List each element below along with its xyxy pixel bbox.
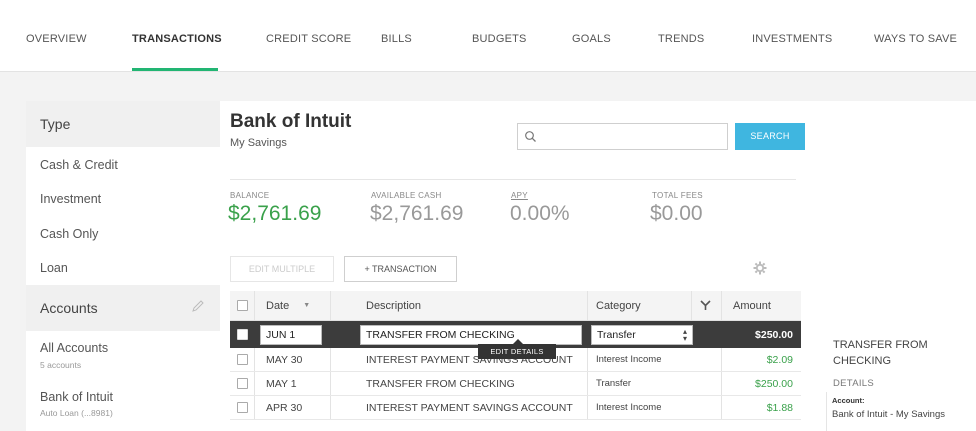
balance-value: $2,761.69	[228, 202, 322, 225]
select-arrows-icon: ▴ ▾	[682, 326, 687, 343]
sidebar-item-cash-only[interactable]: Cash Only	[40, 227, 98, 241]
top-navigation: OVERVIEW TRANSACTIONS CREDIT SCORE BILLS…	[0, 0, 976, 72]
select-all-checkbox[interactable]	[237, 291, 248, 320]
type-heading: Type	[26, 101, 220, 147]
sidebar: Type Cash & Credit Investment Cash Only …	[26, 101, 220, 431]
row-checkbox[interactable]	[237, 348, 248, 371]
apy-label[interactable]: APY	[511, 191, 528, 200]
row-date: MAY 30	[266, 353, 303, 366]
sidebar-item-cash-credit[interactable]: Cash & Credit	[40, 158, 118, 172]
category-header[interactable]: Category	[596, 291, 641, 320]
category-select[interactable]: Transfer ▴ ▾	[591, 324, 693, 345]
nav-investments[interactable]: INVESTMENTS	[752, 33, 832, 45]
table-row[interactable]: APR 30 INTEREST PAYMENT SAVINGS ACCOUNT …	[230, 396, 801, 420]
split-icon[interactable]	[700, 291, 711, 320]
row-amount: $2.09	[766, 353, 793, 366]
active-tab-indicator	[132, 68, 218, 71]
date-header[interactable]: Date ▼	[266, 291, 310, 320]
sidebar-item-investment[interactable]: Investment	[40, 192, 101, 206]
table-row[interactable]: MAY 1 TRANSFER FROM CHECKING Transfer $2…	[230, 372, 801, 396]
nav-bills[interactable]: BILLS	[381, 33, 412, 45]
table-header: Date ▼ Description Category Amount	[230, 291, 801, 321]
row-amount: $1.88	[766, 401, 793, 414]
date-header-label: Date	[266, 299, 290, 312]
row-category[interactable]: Interest Income	[596, 348, 661, 371]
transaction-details-panel: TRANSFER FROM CHECKING DETAILS Account: …	[826, 325, 976, 431]
nav-trends[interactable]: TRENDS	[658, 33, 704, 45]
nav-credit-score[interactable]: CREDIT SCORE	[266, 33, 351, 45]
search-input[interactable]	[518, 124, 727, 149]
row-date: APR 30	[266, 401, 303, 414]
row-date: MAY 1	[266, 377, 297, 390]
description-edit-field[interactable]: TRANSFER FROM CHECKING	[360, 324, 582, 345]
amount-header[interactable]: Amount	[733, 291, 771, 320]
balance-label: BALANCE	[230, 191, 270, 200]
nav-transactions[interactable]: TRANSACTIONS	[132, 33, 222, 45]
row-checkbox[interactable]	[237, 372, 248, 395]
date-edit-field[interactable]: JUN 1	[260, 324, 322, 345]
details-title: TRANSFER FROM CHECKING	[833, 339, 928, 367]
available-cash-label: AVAILABLE CASH	[371, 191, 442, 200]
accounts-heading: Accounts	[26, 285, 220, 331]
header-divider	[230, 179, 796, 180]
row-checkbox[interactable]	[237, 321, 248, 348]
row-amount: $250.00	[755, 377, 793, 390]
accounts-heading-label: Accounts	[40, 300, 98, 316]
row-checkbox[interactable]	[237, 396, 248, 419]
nav-budgets[interactable]: BUDGETS	[472, 33, 527, 45]
pencil-icon[interactable]	[190, 298, 206, 314]
gear-icon[interactable]	[753, 261, 767, 275]
details-section-label: DETAILS	[833, 378, 874, 389]
search-icon	[525, 131, 536, 142]
account-subtitle: My Savings	[230, 137, 287, 149]
row-category[interactable]: Transfer	[596, 372, 631, 395]
nav-goals[interactable]: GOALS	[572, 33, 611, 45]
row-amount: $250.00	[755, 328, 793, 341]
bank-of-intuit-sub: Auto Loan (...8981)	[40, 408, 113, 418]
nav-ways-to-save[interactable]: WAYS TO SAVE	[874, 33, 957, 45]
account-field-label: Account:	[832, 396, 865, 405]
available-cash-value: $2,761.69	[370, 202, 464, 225]
total-fees-label: TOTAL FEES	[652, 191, 703, 200]
description-header[interactable]: Description	[366, 291, 421, 320]
edit-multiple-button[interactable]: EDIT MULTIPLE	[230, 256, 334, 282]
search-field[interactable]	[517, 123, 728, 150]
sidebar-item-loan[interactable]: Loan	[40, 261, 68, 275]
details-box: Account: Bank of Intuit - My Savings	[826, 392, 976, 431]
sidebar-item-bank-of-intuit[interactable]: Bank of Intuit	[40, 390, 113, 404]
apy-value: 0.00%	[510, 202, 570, 225]
all-accounts-count: 5 accounts	[40, 360, 82, 370]
sidebar-item-all-accounts[interactable]: All Accounts	[40, 341, 108, 355]
total-fees-value: $0.00	[650, 202, 703, 225]
account-field-value: Bank of Intuit - My Savings	[832, 409, 945, 420]
category-select-value: Transfer	[597, 328, 636, 341]
account-title: Bank of Intuit	[230, 111, 352, 132]
edit-details-tooltip[interactable]: EDIT DETAILS	[478, 339, 556, 359]
row-description: TRANSFER FROM CHECKING	[366, 377, 515, 390]
add-transaction-button[interactable]: + TRANSACTION	[344, 256, 457, 282]
search-button[interactable]: SEARCH	[735, 123, 805, 150]
row-description: INTEREST PAYMENT SAVINGS ACCOUNT	[366, 401, 573, 414]
sort-down-icon: ▼	[303, 302, 311, 309]
row-category[interactable]: Interest Income	[596, 396, 661, 419]
nav-overview[interactable]: OVERVIEW	[26, 33, 87, 45]
